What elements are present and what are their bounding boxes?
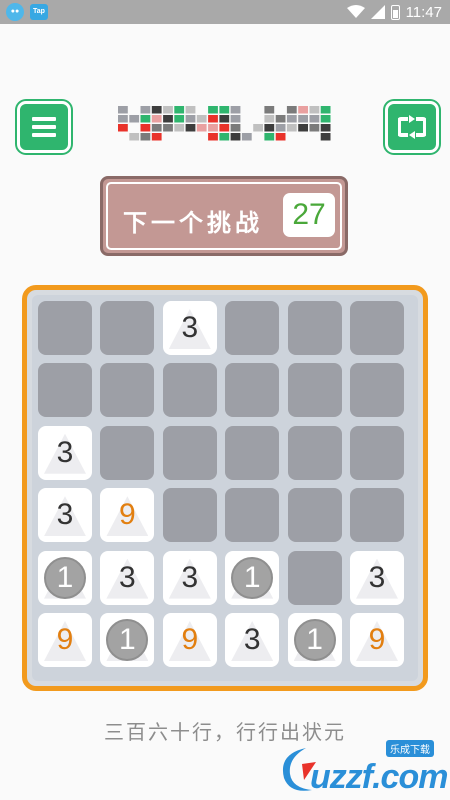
watermark: uzzf.com 乐成下载	[276, 740, 448, 796]
hidden-tile[interactable]	[350, 301, 404, 355]
signal-icon	[370, 5, 385, 19]
hidden-tile[interactable]	[287, 425, 342, 480]
tile-number: 3	[181, 311, 199, 344]
hamburger-menu-icon	[32, 117, 56, 137]
number-tile[interactable]: 3	[162, 301, 217, 355]
battery-icon	[390, 4, 400, 20]
hidden-tile[interactable]	[350, 425, 404, 480]
hidden-tile[interactable]	[350, 363, 404, 418]
hidden-tile[interactable]	[225, 425, 280, 480]
hidden-tile[interactable]	[287, 550, 342, 605]
tile-number: 1	[306, 623, 323, 656]
hidden-tile[interactable]	[38, 363, 92, 418]
game-board: 3 3 3 9 1 3 3 1 3 9 1 9 3 1 9	[22, 285, 428, 691]
status-time: 11:47	[405, 3, 442, 21]
tile-number: 1	[56, 560, 74, 594]
tile-number: 3	[56, 435, 74, 469]
number-tile[interactable]: 9	[162, 613, 217, 667]
status-bar: ●● Tap 11:47	[0, 0, 450, 24]
tile-number: 3	[119, 560, 136, 594]
watermark-text: uzzf.com	[310, 758, 448, 796]
tap-app-icon: Tap	[30, 4, 48, 20]
tile-number: 9	[368, 623, 386, 656]
tile-number: 1	[119, 623, 136, 656]
hidden-tile[interactable]	[287, 301, 342, 355]
hidden-tile[interactable]	[38, 301, 92, 355]
number-tile[interactable]: 9	[100, 488, 155, 543]
hidden-tile[interactable]	[287, 363, 342, 418]
tile-number: 3	[368, 560, 386, 594]
hidden-tile[interactable]	[225, 301, 280, 355]
hidden-tile[interactable]	[350, 488, 404, 543]
chat-bubble-icon: ●●	[6, 3, 24, 21]
hidden-tile[interactable]	[100, 425, 155, 480]
number-tile[interactable]: 1	[287, 613, 342, 667]
reload-button[interactable]	[385, 101, 439, 153]
hidden-tile[interactable]	[162, 363, 217, 418]
hidden-tile[interactable]	[225, 488, 280, 543]
number-tile[interactable]: 3	[162, 550, 217, 605]
hidden-tile[interactable]	[287, 488, 342, 543]
board-grid: 3 3 3 9 1 3 3 1 3 9 1 9 3 1 9	[32, 295, 418, 681]
number-tile[interactable]: 9	[350, 613, 404, 667]
next-challenge-label: 下一个挑战	[123, 209, 263, 237]
number-tile[interactable]: 3	[225, 613, 280, 667]
number-tile[interactable]: 9	[38, 613, 92, 667]
tile-number: 3	[56, 498, 74, 532]
tile-number: 3	[181, 560, 199, 594]
reload-icon	[398, 115, 426, 139]
tile-number: 3	[243, 623, 261, 656]
game-logo	[118, 106, 331, 141]
number-tile[interactable]: 3	[350, 550, 404, 605]
number-tile[interactable]: 1	[225, 550, 280, 605]
hidden-tile[interactable]	[225, 363, 280, 418]
tile-number: 9	[119, 498, 136, 532]
hidden-tile[interactable]	[162, 488, 217, 543]
number-tile[interactable]: 3	[100, 550, 155, 605]
number-tile[interactable]: 1	[100, 613, 155, 667]
tile-number: 1	[243, 560, 261, 594]
challenge-count-badge: 27	[283, 193, 335, 237]
menu-button[interactable]	[17, 101, 71, 153]
watermark-badge: 乐成下载	[386, 740, 434, 757]
hidden-tile[interactable]	[100, 301, 155, 355]
number-tile[interactable]: 1	[38, 550, 92, 605]
number-tile[interactable]: 3	[38, 425, 92, 480]
hidden-tile[interactable]	[162, 425, 217, 480]
tile-number: 9	[181, 623, 199, 656]
hidden-tile[interactable]	[100, 363, 155, 418]
next-challenge-button[interactable]: 下一个挑战 27	[100, 176, 348, 256]
number-tile[interactable]: 3	[38, 488, 92, 543]
wifi-icon	[346, 5, 365, 18]
tile-number: 9	[56, 623, 74, 656]
